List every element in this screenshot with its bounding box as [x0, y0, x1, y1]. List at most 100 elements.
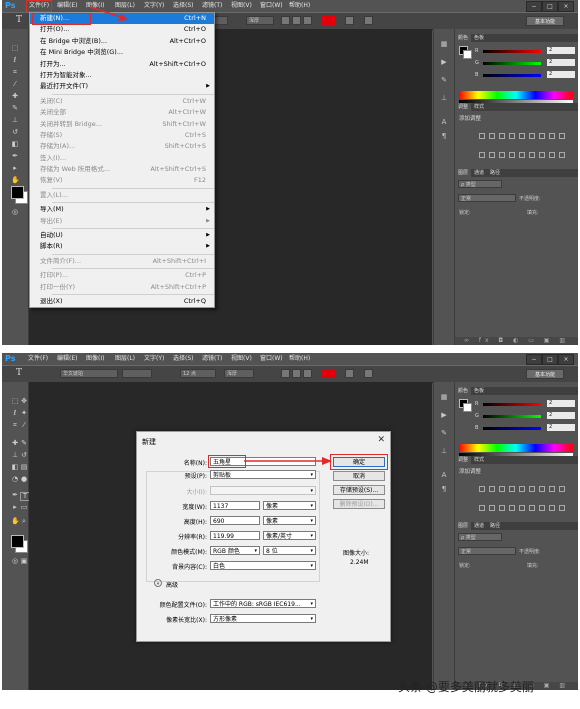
antialias-select[interactable]: 浑厚: [246, 16, 274, 25]
file-menu-item[interactable]: 文件简介(F)... Alt+Shift+Ctrl+I: [30, 256, 214, 267]
lasso-tool-icon[interactable]: ℓ: [11, 410, 19, 417]
history-panel-icon[interactable]: ▦: [438, 392, 450, 402]
align-left-icon[interactable]: [281, 369, 290, 378]
menu-filter[interactable]: 滤镜(T): [200, 354, 224, 364]
menu-layer[interactable]: 图层(L): [113, 354, 137, 364]
save-preset-button[interactable]: 存储预设(S)...: [333, 485, 385, 495]
align-center-icon[interactable]: [292, 16, 301, 25]
menu-select[interactable]: 选择(S): [171, 354, 196, 364]
foreground-color-swatch[interactable]: [11, 535, 24, 548]
dodge-tool-icon[interactable]: ●: [20, 476, 28, 483]
file-menu-item[interactable]: 导入(M) ▶: [30, 204, 214, 215]
b-slider-track[interactable]: [483, 427, 541, 430]
hand-tool-icon[interactable]: ✋: [11, 518, 20, 525]
file-menu-item[interactable]: 自动(U) ▶: [30, 230, 214, 241]
r-value-input[interactable]: 2: [547, 400, 575, 407]
brush-tool-icon[interactable]: ✎: [20, 440, 28, 447]
font-style-select[interactable]: [122, 369, 152, 378]
menu-edit[interactable]: 编辑(E): [55, 354, 79, 364]
hand-tool-icon[interactable]: ✋: [11, 177, 20, 184]
type-tool-icon[interactable]: T: [16, 15, 22, 25]
marquee-tool-icon[interactable]: ⬚: [11, 45, 19, 52]
character-panel-icon[interactable]: [364, 16, 373, 25]
menu-file[interactable]: 文件(F): [26, 354, 50, 364]
healing-tool-icon[interactable]: ✚: [11, 93, 19, 100]
tab-adjustments[interactable]: 调整: [455, 103, 472, 111]
close-icon[interactable]: ✕: [377, 435, 385, 445]
lasso-tool-icon[interactable]: ℓ: [11, 57, 19, 64]
character-panel-icon[interactable]: [364, 369, 373, 378]
menu-file[interactable]: 文件(F): [26, 0, 53, 12]
actions-panel-icon[interactable]: ▶: [438, 410, 450, 420]
close-button[interactable]: ×: [558, 354, 574, 365]
file-menu-item[interactable]: 关闭(C) Ctrl+W: [30, 96, 214, 107]
file-menu-item[interactable]: 存储(S) Ctrl+S: [30, 130, 214, 141]
file-menu-item[interactable]: 打开为... Alt+Shift+Ctrl+O: [30, 59, 214, 70]
color-profile-select[interactable]: 工作中的 RGB: sRGB IEC619... ▾: [210, 599, 316, 608]
healing-tool-icon[interactable]: ✚: [11, 440, 19, 447]
color-mode-select[interactable]: RGB 颜色 ▾: [210, 546, 260, 555]
menu-type[interactable]: 文字(Y): [142, 354, 166, 364]
tab-swatches[interactable]: 色板: [471, 34, 487, 42]
height-unit-select[interactable]: 像素 ▾: [263, 516, 316, 525]
clone-panel-icon[interactable]: ⊥: [438, 446, 450, 456]
eraser-tool-icon[interactable]: ◧: [11, 464, 19, 471]
b-slider-track[interactable]: [483, 74, 541, 77]
menu-view[interactable]: 视图(V): [229, 354, 254, 364]
eyedropper-tool-icon[interactable]: ⁄: [20, 422, 28, 429]
tab-adjustments[interactable]: 调整: [455, 456, 472, 464]
layers-footer-icons[interactable]: ∞ fx ◘ ◐ ▭ ▣ ▥: [455, 337, 578, 345]
minimize-button[interactable]: −: [526, 354, 542, 365]
panel-bg-swatch[interactable]: [463, 50, 472, 59]
maximize-button[interactable]: □: [542, 1, 558, 12]
file-menu-item[interactable]: 打开(O)... Ctrl+O: [30, 24, 214, 35]
brush-panel-icon[interactable]: ✎: [438, 428, 450, 438]
file-menu-item[interactable]: 打印一份(Y) Alt+Shift+Ctrl+P: [30, 282, 214, 293]
menu-help[interactable]: 帮助(H): [287, 354, 312, 364]
stamp-tool-icon[interactable]: ⊥: [11, 452, 19, 459]
g-value-input[interactable]: 2: [547, 59, 575, 66]
tab-paths[interactable]: 路径: [487, 169, 503, 177]
menu-window[interactable]: 窗口(W): [258, 1, 285, 11]
pen-tool-icon[interactable]: ✒: [11, 492, 19, 499]
align-right-icon[interactable]: [303, 16, 312, 25]
character-panel-icon[interactable]: A: [438, 470, 450, 480]
file-menu-item[interactable]: 关闭全部 Alt+Ctrl+W: [30, 107, 214, 118]
color-spectrum[interactable]: [459, 91, 573, 99]
width-unit-select[interactable]: 像素 ▾: [263, 501, 316, 510]
history-brush-icon[interactable]: ↺: [20, 452, 28, 459]
tab-color[interactable]: 颜色: [455, 387, 472, 395]
menu-image[interactable]: 图像(I): [84, 354, 106, 364]
select-tool-icon[interactable]: ▸: [11, 165, 19, 172]
quick-mask-icon[interactable]: ◎: [11, 209, 19, 216]
stamp-tool-icon[interactable]: ⊥: [11, 117, 19, 124]
g-value-input[interactable]: 2: [547, 412, 575, 419]
menu-window[interactable]: 窗口(W): [258, 354, 285, 364]
file-menu-item[interactable]: 最近打开文件(T) ▶: [30, 81, 214, 92]
paragraph-panel-icon[interactable]: ¶: [438, 484, 450, 494]
pen-tool-icon[interactable]: ✒: [11, 153, 19, 160]
font-family-select[interactable]: 华文琥珀: [60, 369, 118, 378]
b-value-input[interactable]: 2: [547, 424, 575, 431]
height-input[interactable]: 690: [210, 516, 260, 525]
align-left-icon[interactable]: [281, 16, 290, 25]
menu-filter[interactable]: 滤镜(T): [200, 1, 224, 11]
tab-styles[interactable]: 样式: [471, 103, 487, 111]
r-value-input[interactable]: 2: [547, 47, 575, 54]
menu-select[interactable]: 选择(S): [171, 1, 196, 11]
resolution-unit-select[interactable]: 像素/英寸 ▾: [263, 531, 316, 540]
align-center-icon[interactable]: [292, 369, 301, 378]
r-slider-track[interactable]: [483, 50, 541, 53]
color-spectrum[interactable]: [459, 444, 573, 452]
layer-kind-filter[interactable]: ρ 类型: [458, 533, 502, 541]
menu-type[interactable]: 文字(Y): [142, 1, 166, 11]
minimize-button[interactable]: −: [526, 1, 542, 12]
blend-mode-select[interactable]: 正常: [458, 547, 516, 555]
blur-tool-icon[interactable]: ◔: [11, 476, 19, 483]
file-menu-item[interactable]: 脚本(R) ▶: [30, 241, 214, 252]
font-size-icon[interactable]: [214, 16, 228, 25]
workspace-switcher[interactable]: 基本功能: [526, 16, 564, 26]
screen-mode-icon[interactable]: ▣: [20, 558, 28, 565]
foreground-color-swatch[interactable]: [11, 186, 24, 199]
warp-text-icon[interactable]: [345, 369, 354, 378]
